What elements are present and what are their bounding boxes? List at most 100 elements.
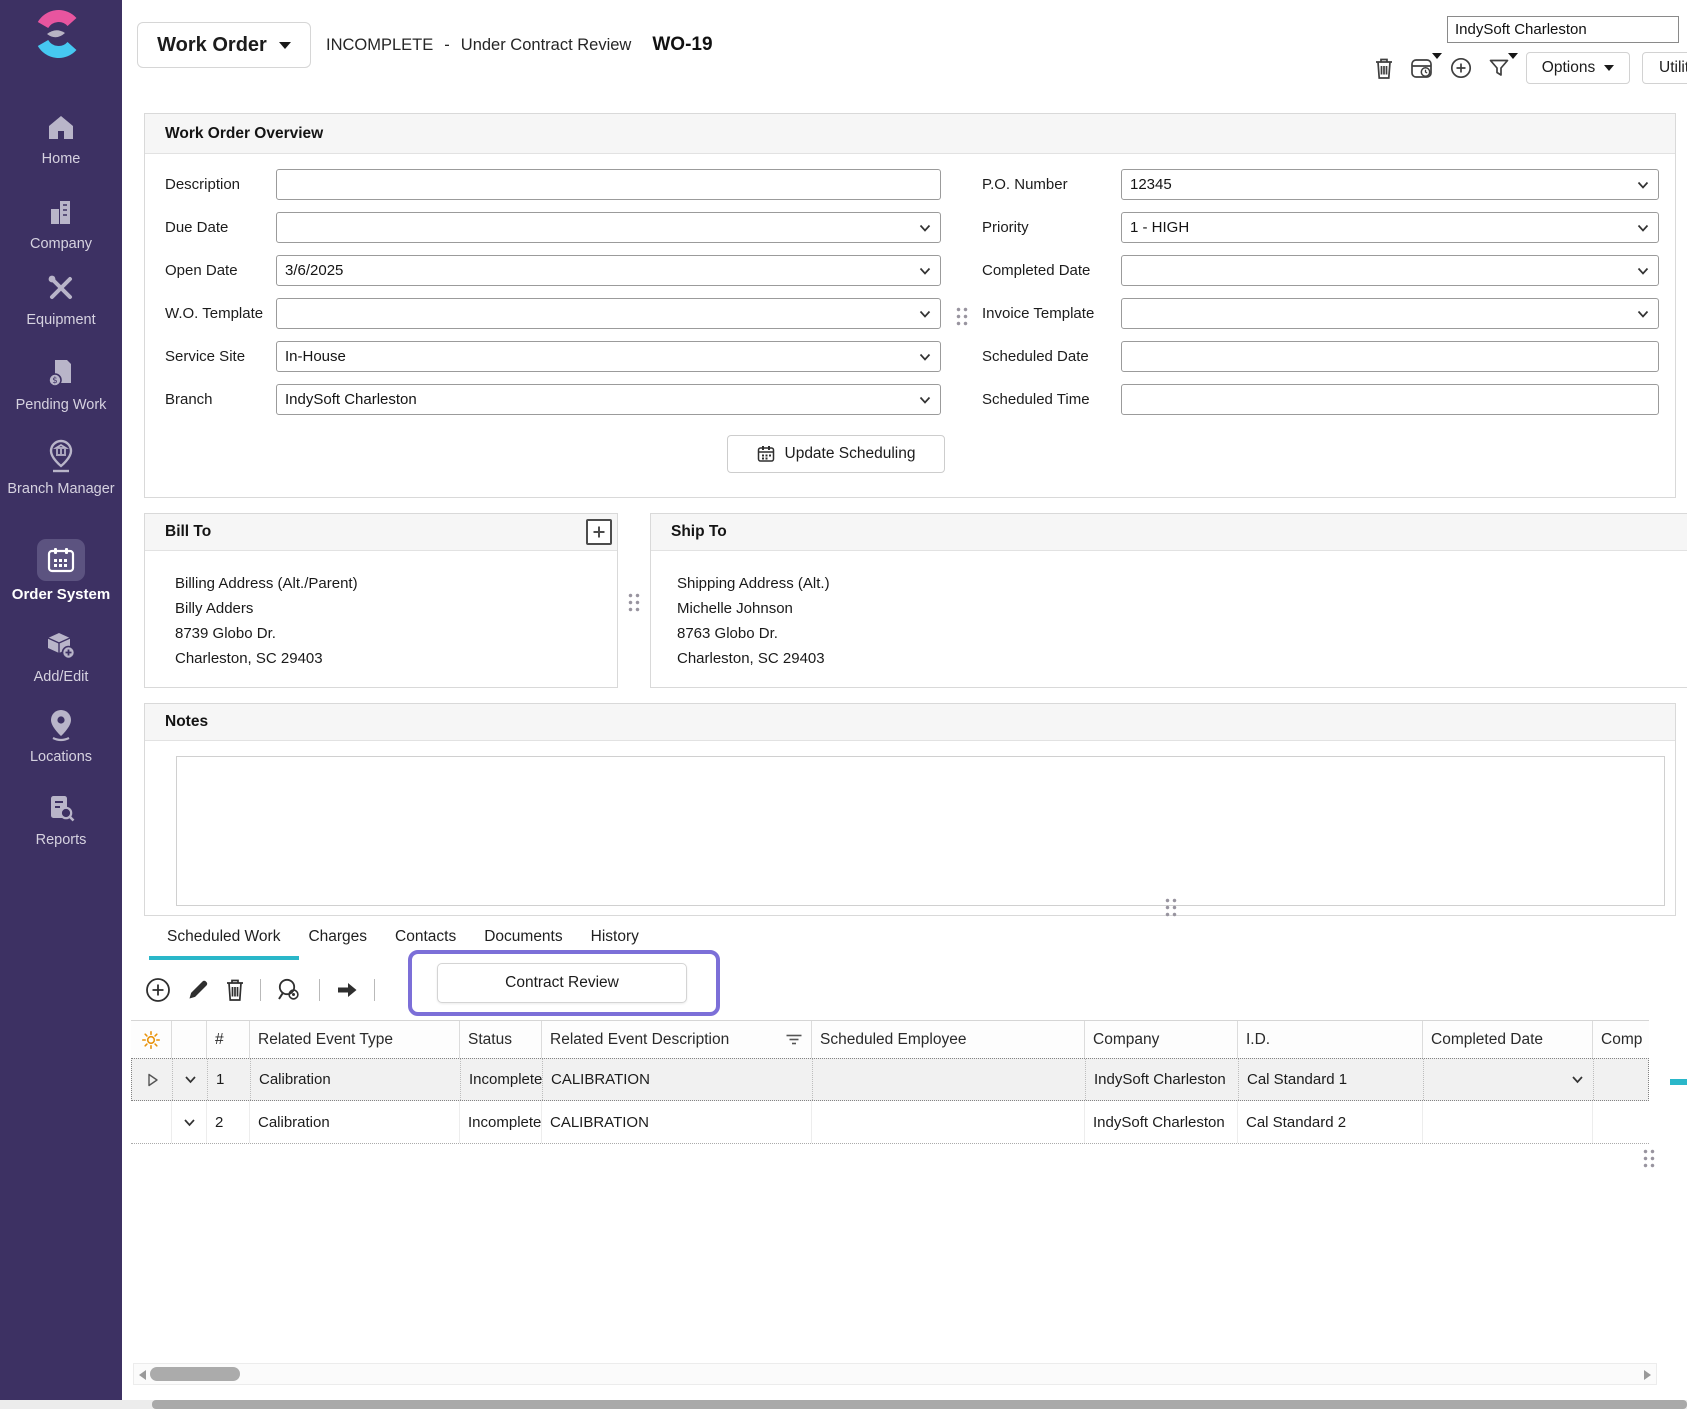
update-scheduling-button[interactable]: Update Scheduling: [727, 435, 945, 473]
toolbar-separator: [319, 979, 320, 1001]
cell-id: Cal Standard 2: [1238, 1101, 1423, 1143]
sidebar-item-add-edit[interactable]: Add/Edit: [0, 626, 122, 687]
grid-header-event-type[interactable]: Related Event Type: [250, 1021, 460, 1058]
drag-handle[interactable]: [955, 306, 969, 327]
field-label-priority: Priority: [982, 212, 1029, 243]
priority-select[interactable]: 1 - HIGH: [1121, 212, 1659, 243]
chevron-down-icon: [918, 350, 932, 364]
preview-icon: [276, 977, 304, 1003]
grid-header-status[interactable]: Status: [460, 1021, 542, 1058]
filter-menu-button[interactable]: [1488, 57, 1510, 79]
chevron-down-icon: [918, 221, 932, 235]
row-expander[interactable]: [172, 1101, 207, 1143]
options-button[interactable]: Options: [1526, 52, 1630, 84]
sidebar-item-equipment[interactable]: Equipment: [0, 269, 122, 330]
row-expander[interactable]: [173, 1059, 208, 1100]
record-type-label: Work Order: [157, 34, 267, 57]
chevron-down-icon[interactable]: [1570, 1072, 1585, 1087]
scroll-left-arrow[interactable]: [139, 1370, 146, 1380]
grid-header-completed-date[interactable]: Completed Date: [1423, 1021, 1593, 1058]
notes-textarea[interactable]: [176, 756, 1665, 906]
bill-to-header: Bill To: [145, 514, 617, 551]
record-actions-toolbar: [1374, 53, 1510, 83]
scheduled-work-grid: # Related Event Type Status Related Even…: [131, 1020, 1649, 1144]
drag-handle[interactable]: [1642, 1148, 1656, 1169]
add-record-button[interactable]: [1450, 57, 1472, 79]
drag-handle[interactable]: [627, 592, 641, 613]
sidebar-item-company[interactable]: Company: [0, 193, 122, 254]
cell-description: CALIBRATION: [543, 1059, 813, 1100]
tab-documents[interactable]: Documents: [484, 928, 562, 952]
sidebar-item-pending-work[interactable]: $ Pending Work: [0, 354, 122, 415]
tab-contacts[interactable]: Contacts: [395, 928, 456, 952]
scroll-right-arrow[interactable]: [1644, 1370, 1651, 1380]
calendar-menu-button[interactable]: [1410, 57, 1434, 80]
order-system-icon: [37, 539, 85, 581]
tab-history[interactable]: History: [591, 928, 639, 952]
page-horizontal-scrollbar[interactable]: [0, 1400, 1687, 1409]
address-line: Shipping Address (Alt.): [677, 571, 1687, 596]
contract-review-button[interactable]: Contract Review: [437, 963, 687, 1003]
field-label-open-date: Open Date: [165, 255, 238, 286]
grid-header-company[interactable]: Company: [1085, 1021, 1238, 1058]
table-row[interactable]: 2 Calibration Incomplete CALIBRATION Ind…: [131, 1101, 1649, 1144]
cell-completed-date[interactable]: [1424, 1059, 1594, 1100]
completed-date-select[interactable]: [1121, 255, 1659, 286]
record-status-line: INCOMPLETE - Under Contract Review WO-19: [326, 22, 713, 68]
delete-row-button[interactable]: [225, 978, 245, 1002]
sidebar-item-home[interactable]: Home: [0, 108, 122, 169]
grid-header-comp[interactable]: Comp: [1593, 1021, 1649, 1058]
edit-row-button[interactable]: [186, 978, 210, 1002]
grid-header-num[interactable]: #: [207, 1021, 250, 1058]
contract-review-label: Contract Review: [505, 974, 619, 992]
preview-row-button[interactable]: [276, 977, 304, 1003]
scheduled-time-input[interactable]: [1121, 384, 1659, 415]
drag-handle[interactable]: [1164, 897, 1178, 918]
notes-title: Notes: [165, 713, 208, 731]
record-type-dropdown[interactable]: Work Order: [137, 22, 311, 68]
cell-comp: [1594, 1059, 1650, 1100]
open-date-select[interactable]: 3/6/2025: [276, 255, 941, 286]
sort-icon[interactable]: [785, 1032, 803, 1048]
description-input[interactable]: [276, 169, 941, 200]
sidebar-item-reports[interactable]: Reports: [0, 789, 122, 850]
add-bill-to-button[interactable]: [586, 519, 612, 545]
grid-header-description[interactable]: Related Event Description: [542, 1021, 812, 1058]
scheduled-date-input[interactable]: [1121, 341, 1659, 372]
grid-header-id[interactable]: I.D.: [1238, 1021, 1423, 1058]
grid-settings-cell[interactable]: [131, 1021, 172, 1058]
wo-template-select[interactable]: [276, 298, 941, 329]
sidebar-item-branch-manager[interactable]: Branch Manager: [0, 438, 122, 499]
sidebar-item-locations[interactable]: Locations: [0, 706, 122, 767]
bill-to-title: Bill To: [165, 523, 211, 541]
delete-record-button[interactable]: [1374, 57, 1394, 80]
row-indicator-cell[interactable]: [132, 1059, 173, 1100]
forward-row-button[interactable]: [335, 980, 359, 1000]
grid-horizontal-scrollbar[interactable]: [133, 1363, 1657, 1385]
scrollbar-thumb[interactable]: [152, 1400, 1687, 1409]
pending-work-icon: $: [0, 354, 122, 392]
overview-title: Work Order Overview: [165, 125, 323, 143]
cell-company: IndySoft Charleston: [1086, 1059, 1239, 1100]
toolbar-separator: [374, 979, 375, 1001]
row-indicator-cell[interactable]: [131, 1101, 172, 1143]
po-number-select[interactable]: 12345: [1121, 169, 1659, 200]
grid-header-employee[interactable]: Scheduled Employee: [812, 1021, 1085, 1058]
branch-search-input[interactable]: [1447, 16, 1679, 43]
app-logo[interactable]: [33, 10, 81, 58]
table-row[interactable]: 1 Calibration Incomplete CALIBRATION Ind…: [131, 1058, 1649, 1101]
notes-header: Notes: [145, 704, 1675, 741]
workflow-state: Under Contract Review: [461, 36, 632, 55]
tab-charges[interactable]: Charges: [308, 928, 367, 952]
sidebar-item-order-system[interactable]: Order System: [0, 539, 122, 604]
tab-scheduled-work[interactable]: Scheduled Work: [167, 928, 280, 952]
sidebar-item-label: Equipment: [0, 311, 122, 330]
service-site-select[interactable]: In-House: [276, 341, 941, 372]
add-row-button[interactable]: [145, 977, 171, 1003]
field-label-branch: Branch: [165, 384, 213, 415]
invoice-template-select[interactable]: [1121, 298, 1659, 329]
due-date-select[interactable]: [276, 212, 941, 243]
branch-select[interactable]: IndySoft Charleston: [276, 384, 941, 415]
utilities-button[interactable]: Utilities: [1642, 52, 1687, 84]
scrollbar-thumb[interactable]: [150, 1367, 240, 1381]
